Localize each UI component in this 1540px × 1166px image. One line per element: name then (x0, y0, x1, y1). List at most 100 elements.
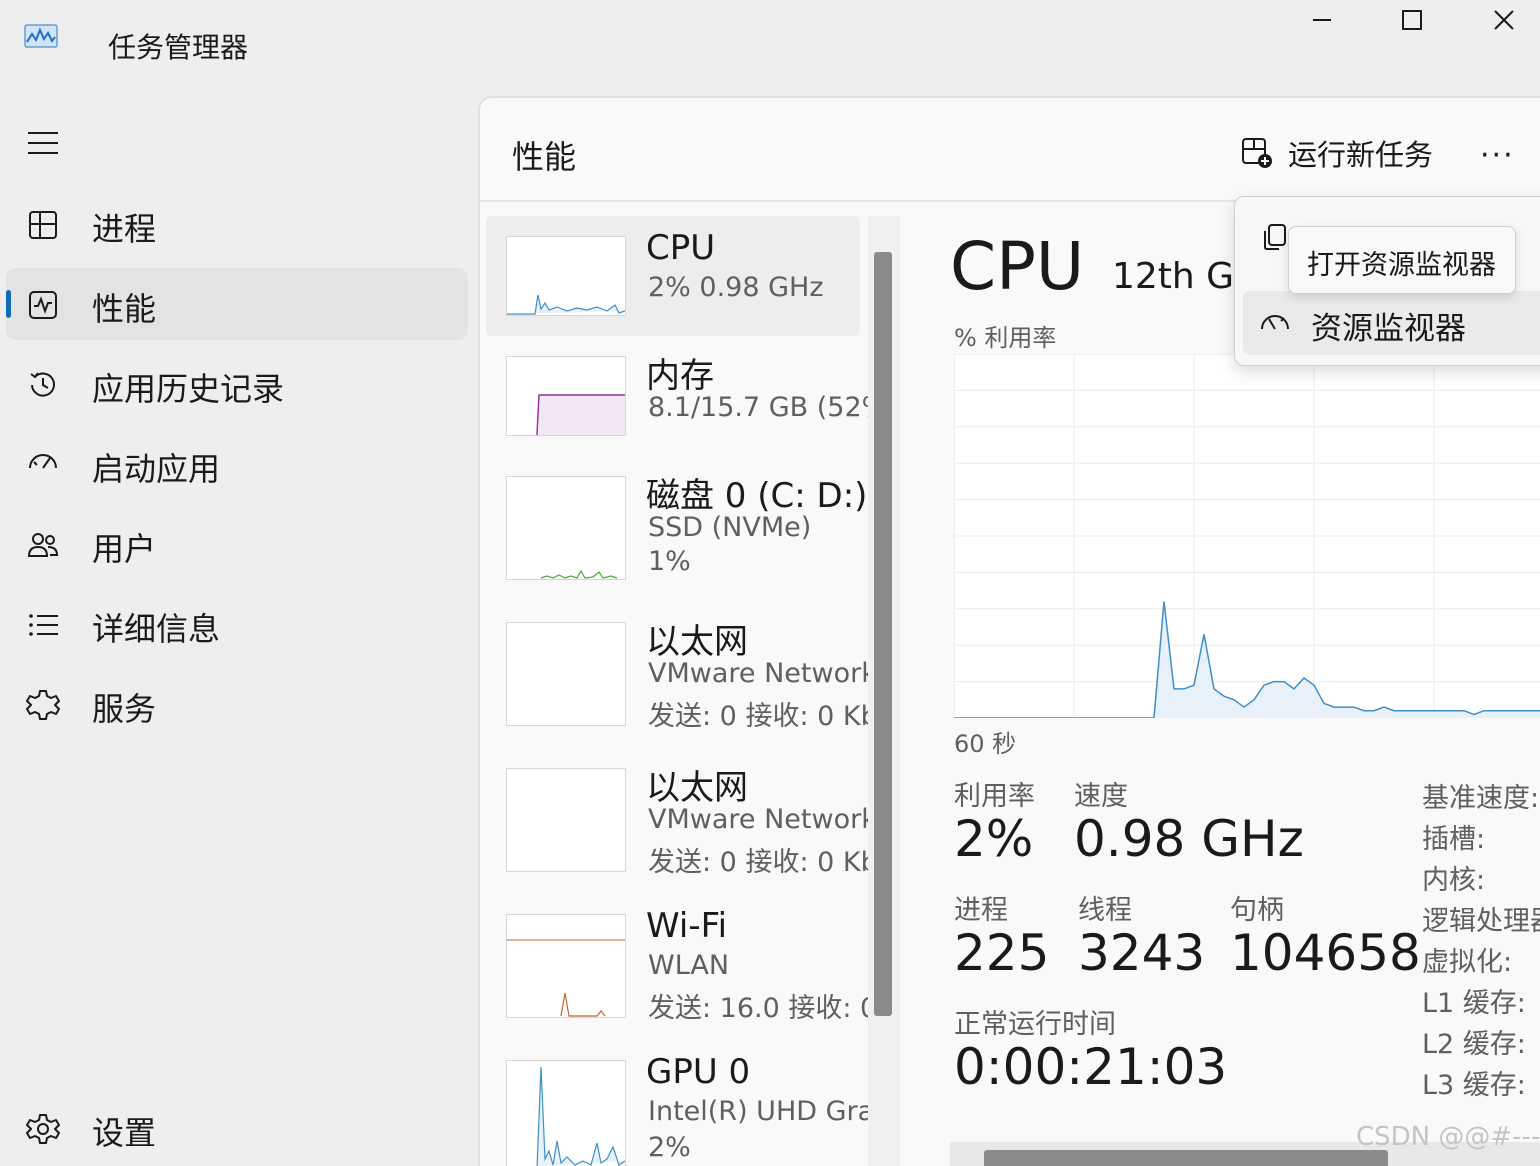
uptime-label: 正常运行时间 (954, 1009, 1116, 1040)
processes-value: 225 (954, 924, 1050, 982)
resource-name: 以太网 (646, 768, 748, 808)
history-icon (26, 368, 60, 402)
gpu-mini-graph (506, 1060, 626, 1166)
sidebar-item-performance[interactable]: 性能 (6, 268, 468, 340)
resource-detail: VMware Network (648, 804, 870, 835)
close-icon (1494, 10, 1514, 30)
gear-icon (26, 1112, 60, 1146)
spec-base-speed: 基准速度: (1422, 783, 1540, 814)
sidebar-item-app-history[interactable]: 应用历史记录 (6, 348, 468, 420)
resource-detail: 2% (648, 1132, 691, 1163)
handles-value: 104658 (1230, 924, 1421, 982)
run-new-task-button[interactable]: 运行新任务 (1240, 132, 1433, 174)
resource-name: 内存 (646, 356, 714, 396)
copy-icon (1259, 221, 1291, 253)
resource-item-memory[interactable]: 内存 8.1/15.7 GB (52%) (486, 336, 870, 456)
ethernet-mini-graph (506, 768, 626, 872)
speed-label: 速度 (1074, 781, 1128, 812)
spec-logical-processors: 逻辑处理器 (1422, 906, 1540, 937)
handles-label: 句柄 (1230, 895, 1284, 926)
close-button[interactable] (1458, 0, 1540, 40)
hamburger-menu-button[interactable] (26, 128, 60, 158)
task-manager-app-icon (24, 24, 60, 52)
resource-detail: SSD (NVMe) (648, 512, 812, 543)
page-title: 性能 (512, 138, 577, 176)
utilization-label: 利用率 (954, 781, 1035, 812)
resource-detail: 8.1/15.7 GB (52%) (648, 392, 870, 423)
startup-icon (26, 448, 60, 482)
resource-detail: 发送: 0 接收: 0 Kb (648, 701, 870, 732)
maximize-icon (1402, 10, 1422, 30)
resource-detail: 1% (648, 546, 691, 577)
resource-name: GPU 0 (646, 1052, 751, 1092)
resource-item-gpu[interactable]: GPU 0 Intel(R) UHD Gra 2% (486, 1040, 870, 1166)
minimize-icon (1313, 19, 1331, 21)
active-indicator (6, 290, 11, 318)
run-task-icon (1242, 138, 1272, 168)
menu-item-resource-monitor[interactable]: 资源监视器 (1243, 291, 1540, 355)
resource-detail: WLAN (648, 950, 730, 981)
performance-icon (26, 288, 60, 322)
horizontal-scrollbar-thumb[interactable] (984, 1150, 1388, 1166)
utilization-value: 2% (954, 810, 1034, 868)
wifi-mini-graph (506, 914, 626, 1018)
app-title: 任务管理器 (108, 31, 249, 64)
maximize-button[interactable] (1366, 0, 1458, 40)
resource-name: CPU (646, 228, 716, 268)
processes-label: 进程 (954, 895, 1008, 926)
sidebar-item-startup-apps[interactable]: 启动应用 (6, 428, 468, 500)
sidebar-item-processes[interactable]: 进程 (6, 188, 468, 260)
tooltip-text: 打开资源监视器 (1307, 250, 1496, 281)
resource-name: Wi-Fi (646, 906, 728, 946)
sidebar: 进程 性能 应用历史记录 启动应用 用户 详细信息 服务 设置 (0, 92, 478, 1166)
resource-list-scrollbar[interactable] (868, 216, 900, 1166)
services-icon (26, 688, 60, 722)
run-task-label: 运行新任务 (1288, 138, 1434, 172)
uptime-value: 0:00:21:03 (954, 1038, 1228, 1096)
resource-detail: Intel(R) UHD Gra (648, 1096, 870, 1127)
resource-item-ethernet-2[interactable]: 以太网 VMware Network 发送: 0 接收: 0 Kb (486, 748, 870, 888)
resource-monitor-icon (1259, 307, 1291, 339)
scrollbar-thumb[interactable] (874, 252, 892, 1016)
sidebar-item-details[interactable]: 详细信息 (6, 588, 468, 660)
ethernet-mini-graph (506, 622, 626, 726)
processes-icon (26, 208, 60, 242)
minimize-button[interactable] (1276, 0, 1368, 40)
sidebar-item-label: 应用历史记录 (92, 370, 285, 408)
sidebar-item-services[interactable]: 服务 (6, 668, 468, 740)
threads-label: 线程 (1078, 895, 1132, 926)
graph-time-span: 60 秒 (954, 730, 1017, 758)
resource-name: 以太网 (646, 622, 748, 662)
menu-item-label: 资源监视器 (1311, 311, 1466, 347)
resource-item-ethernet-1[interactable]: 以太网 VMware Network 发送: 0 接收: 0 Kb (486, 602, 870, 742)
spec-l2-cache: L2 缓存: (1422, 1029, 1526, 1060)
spec-l1-cache: L1 缓存: (1422, 988, 1526, 1019)
sidebar-item-settings[interactable]: 设置 (6, 1092, 468, 1164)
resource-name: 磁盘 0 (C: D:) (646, 476, 868, 516)
hamburger-icon (28, 132, 58, 154)
sidebar-item-label: 启动应用 (92, 450, 221, 488)
spec-virtualization: 虚拟化: (1422, 947, 1513, 978)
spec-l3-cache: L3 缓存: (1422, 1070, 1526, 1101)
resource-list: CPU 2% 0.98 GHz 内存 8.1/15.7 GB (52%) 磁盘 … (480, 202, 900, 1166)
users-icon (26, 528, 60, 562)
resource-item-wifi[interactable]: Wi-Fi WLAN 发送: 16.0 接收: 0 (486, 894, 870, 1034)
speed-value: 0.98 GHz (1074, 810, 1304, 868)
resource-item-cpu[interactable]: CPU 2% 0.98 GHz (486, 216, 860, 336)
tooltip: 打开资源监视器 (1288, 226, 1516, 294)
sidebar-item-label: 性能 (92, 290, 157, 328)
resource-detail: VMware Network (648, 658, 870, 689)
resource-detail: 发送: 0 接收: 0 Kb (648, 847, 870, 878)
resource-item-disk[interactable]: 磁盘 0 (C: D:) SSD (NVMe) 1% (486, 456, 867, 596)
spec-cores: 内核: (1422, 865, 1486, 896)
page-header: 性能 运行新任务 ··· (480, 98, 1540, 202)
watermark: CSDN @@#--- (1356, 1122, 1540, 1152)
sidebar-item-users[interactable]: 用户 (6, 508, 468, 580)
more-options-button[interactable]: ··· (1480, 138, 1515, 173)
resource-detail: 发送: 16.0 接收: 0 (648, 993, 870, 1024)
detail-title: CPU (950, 228, 1085, 305)
sidebar-item-label: 服务 (92, 690, 157, 728)
memory-mini-graph (506, 356, 626, 436)
threads-value: 3243 (1078, 924, 1206, 982)
title-bar: 任务管理器 (0, 0, 1540, 92)
